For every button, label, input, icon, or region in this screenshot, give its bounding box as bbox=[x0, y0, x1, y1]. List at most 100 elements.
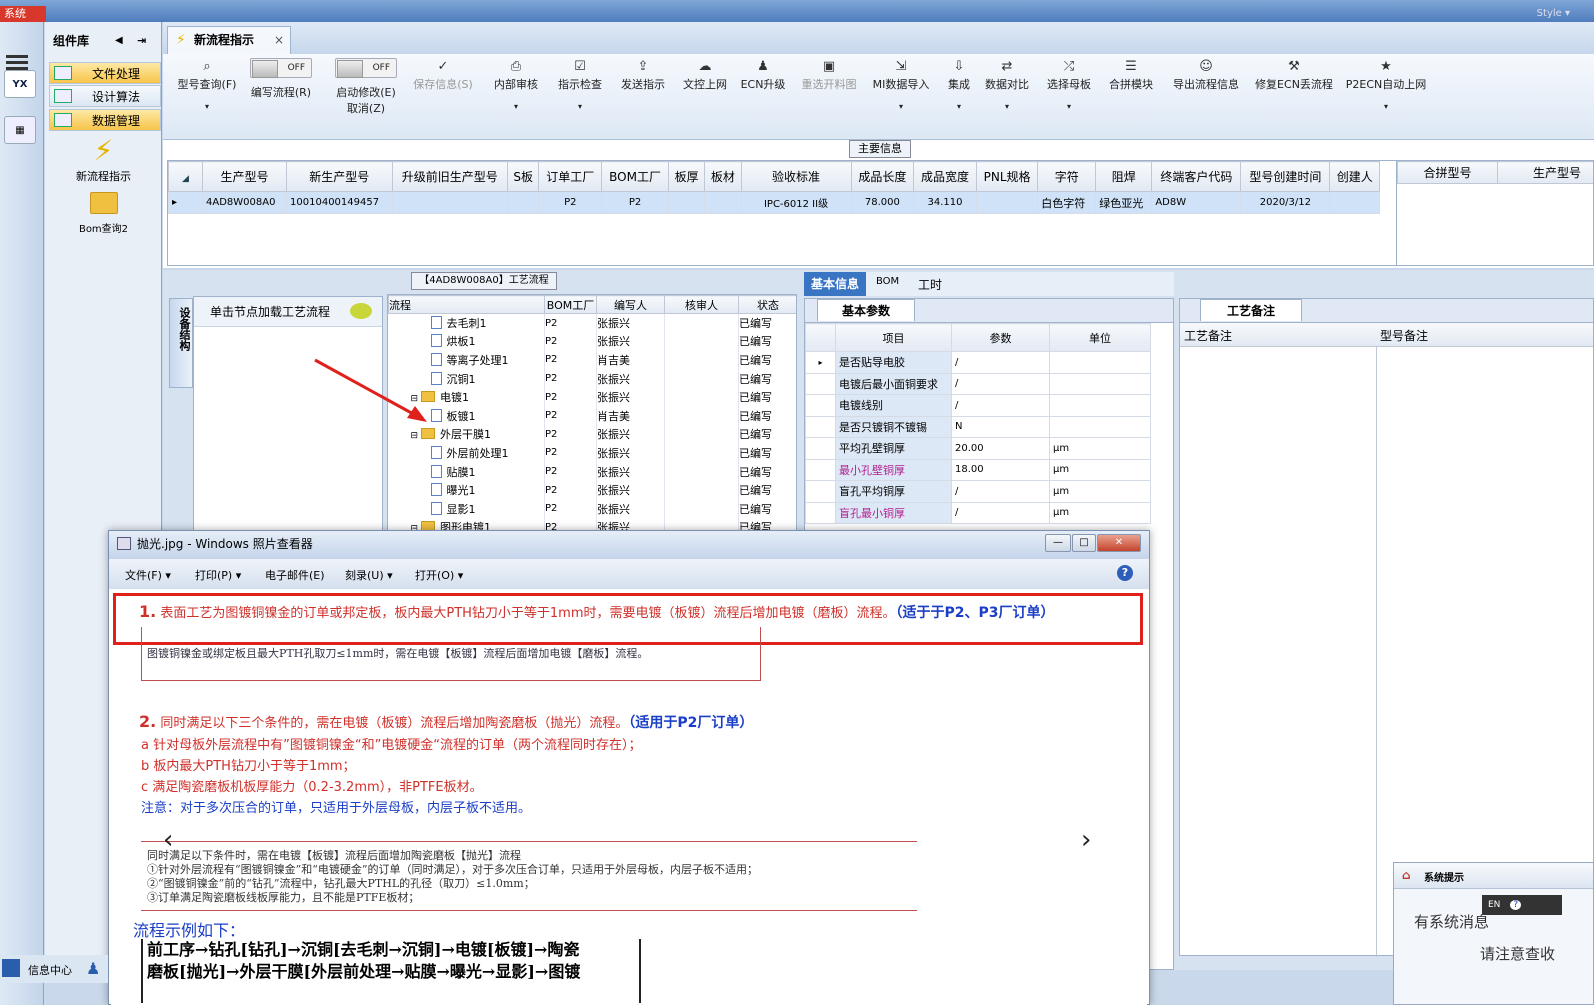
nav-design-algorithm[interactable]: 设计算法 bbox=[49, 85, 161, 107]
basic-tabs: 基本信息 BOM 工时 bbox=[804, 272, 1174, 296]
ecn-upgrade-button[interactable]: ♟ ECN升级 bbox=[735, 58, 791, 136]
param-row[interactable]: 盲孔平均铜厚 / μm bbox=[805, 480, 1151, 503]
tree-row[interactable]: 等离子处理1 P2 肖吉美 已编写 bbox=[388, 350, 796, 370]
param-row[interactable]: 盲孔最小铜厚 / μm bbox=[805, 501, 1151, 524]
new-process-instruction-item[interactable]: ⚡ 新流程指示 bbox=[45, 134, 162, 184]
subtab-basic-params[interactable]: 基本参数 bbox=[817, 299, 916, 321]
menu-open[interactable]: 打开(O) ▾ bbox=[415, 567, 463, 583]
col-header[interactable]: 验收标准 bbox=[740, 161, 852, 192]
collapse-left-icon[interactable]: ◀ bbox=[115, 30, 123, 52]
minimize-button[interactable]: — bbox=[1045, 534, 1071, 552]
param-row[interactable]: 电镀后最小面铜要求 / bbox=[805, 372, 1151, 395]
tab-bom[interactable]: BOM bbox=[876, 276, 899, 287]
col-header[interactable]: 生产型号 bbox=[201, 161, 288, 192]
param-row[interactable]: ▸ 是否贴导电胶 / bbox=[805, 351, 1151, 374]
tree-row[interactable]: 贴膜1 P2 张振兴 已编写 bbox=[388, 462, 796, 481]
mi-data-import-button[interactable]: ⇲ MI数据导入 ▾ bbox=[867, 58, 935, 136]
tree-row[interactable]: 板镀1 P2 肖吉美 已编写 bbox=[388, 406, 796, 426]
instruction-check-button[interactable]: ☑ 指示检查 ▾ bbox=[549, 58, 611, 136]
file-icon bbox=[430, 316, 442, 330]
tree-row[interactable]: 外层前处理1 P2 张振兴 已编写 bbox=[388, 443, 796, 463]
fix-ecn-lost-process-button[interactable]: ⚒ 修复ECN丢流程 bbox=[1253, 58, 1335, 136]
hamburger-menu-icon[interactable] bbox=[6, 52, 28, 72]
param-row[interactable]: 平均孔壁铜厚 20.00 μm bbox=[805, 437, 1151, 460]
tab-work-hours[interactable]: 工时 bbox=[918, 276, 942, 293]
table-row[interactable]: ▸ 4AD8W008A0 10010400149457 P2 P2 IPC-6012… bbox=[168, 191, 1380, 214]
param-row[interactable]: 电镀线别 / bbox=[805, 394, 1151, 417]
tab-new-process-instruction[interactable]: ⚡ 新流程指示 × bbox=[167, 26, 291, 54]
col-header[interactable]: 成品宽度 bbox=[913, 161, 977, 192]
calculator-icon[interactable]: ▦ bbox=[4, 116, 36, 144]
menu-burn[interactable]: 刻录(U) ▾ bbox=[345, 567, 393, 583]
merge-module-button[interactable]: ☰ 合拼模块 bbox=[1105, 58, 1157, 136]
col-header[interactable]: 成品长度 bbox=[850, 161, 915, 192]
param-row[interactable]: 最小孔壁铜厚 18.00 μm bbox=[805, 458, 1151, 481]
send-instruction-button[interactable]: ⇪ 发送指示 bbox=[613, 58, 673, 136]
col-header[interactable]: 板材 bbox=[704, 161, 742, 192]
p2ecn-auto-online-button[interactable]: ★ P2ECN自动上网 ▾ bbox=[1343, 58, 1429, 136]
close-tab-icon[interactable]: × bbox=[274, 27, 284, 53]
write-process-toggle[interactable]: OFF 编写流程(R) bbox=[245, 58, 317, 136]
tree-row[interactable]: 去毛刺1 P2 张振兴 已编写 bbox=[388, 313, 796, 333]
col-header[interactable]: PNL规格 bbox=[975, 161, 1039, 192]
help-icon[interactable]: ? bbox=[1117, 565, 1133, 581]
language-bar[interactable]: EN? bbox=[1482, 895, 1562, 915]
col-header[interactable]: 创建人 bbox=[1329, 161, 1380, 192]
lightning-icon: ⚡ bbox=[176, 32, 186, 48]
col-header[interactable]: 阻焊 bbox=[1095, 161, 1153, 192]
start-edit-toggle[interactable]: OFF 启动修改(E) 取消(Z) bbox=[329, 58, 403, 136]
close-button[interactable]: ✕ bbox=[1097, 534, 1141, 552]
col-header[interactable]: 升级前旧生产型号 bbox=[391, 161, 509, 192]
next-image-icon[interactable]: › bbox=[1081, 825, 1091, 855]
tab-basic-info[interactable]: 基本信息 bbox=[804, 272, 866, 296]
bom-query-item[interactable]: Bom查询2 bbox=[45, 192, 162, 235]
menu-email[interactable]: 电子邮件(E) bbox=[265, 567, 325, 583]
merge-model-grid: 合拼型号 生产型号 bbox=[1396, 160, 1594, 266]
col-header[interactable]: 型号创建时间 bbox=[1240, 161, 1331, 192]
nav-file-processing[interactable]: 文件处理 bbox=[49, 62, 161, 84]
condition-a: a 针对母板外层流程中有”图镀铜镍金“和”电镀硬金“流程的订单（两个流程同时存在… bbox=[141, 738, 642, 753]
save-info-button[interactable]: ✓ 保存信息(S) bbox=[407, 58, 479, 136]
cloud-icon: ☁ bbox=[698, 59, 712, 74]
pin-icon[interactable]: ⇥ bbox=[137, 30, 146, 52]
maximize-button[interactable]: □ bbox=[1072, 534, 1096, 552]
file-icon bbox=[430, 371, 442, 385]
system-tab[interactable]: 系统 bbox=[0, 6, 46, 22]
menu-print[interactable]: 打印(P) ▾ bbox=[195, 567, 241, 583]
collapse-icon[interactable]: ⊟ bbox=[411, 431, 419, 441]
download-icon: ⇩ bbox=[953, 59, 965, 74]
menu-file[interactable]: 文件(F) ▾ bbox=[125, 567, 171, 583]
side-tab-equipment[interactable]: 设备结构 bbox=[169, 298, 193, 388]
integrate-button[interactable]: ⇩ 集成 ▾ bbox=[939, 58, 979, 136]
col-header[interactable]: 订单工厂 bbox=[538, 161, 603, 192]
col-header[interactable]: 终端客户代码 bbox=[1151, 161, 1242, 192]
previous-image-icon[interactable]: ‹ bbox=[163, 825, 173, 855]
doc-control-online-button[interactable]: ☁ 文控上网 bbox=[675, 58, 735, 136]
col-header[interactable]: BOM工厂 bbox=[601, 161, 669, 192]
app-logo-icon[interactable]: YX bbox=[4, 70, 36, 98]
tree-row[interactable]: 烘板1 P2 张振兴 已编写 bbox=[388, 332, 796, 351]
data-compare-button[interactable]: ⇄ 数据对比 ▾ bbox=[981, 58, 1033, 136]
list-icon: ☰ bbox=[1125, 59, 1137, 74]
tab-craft-notes[interactable]: 工艺备注 bbox=[1200, 299, 1303, 321]
export-process-info-button[interactable]: ☺ 导出流程信息 bbox=[1167, 58, 1245, 136]
select-motherboard-button[interactable]: ⤮ 选择母板 ▾ bbox=[1043, 58, 1095, 136]
col-header[interactable]: 字符 bbox=[1037, 161, 1097, 192]
info-center-bar[interactable]: 信息中心 ♟ bbox=[0, 955, 108, 983]
tree-row[interactable]: ⊟ 外层干膜1 P2 张振兴 已编写 bbox=[388, 425, 796, 444]
col-header[interactable]: 新生产型号 bbox=[286, 161, 393, 192]
style-menu[interactable]: Style ▾ bbox=[1537, 8, 1570, 19]
reselect-cutting-chart-button[interactable]: ▣ 重选开料图 bbox=[795, 58, 863, 136]
import-icon: ⇲ bbox=[895, 59, 907, 74]
internal-audit-button[interactable]: ⎙ 内部审核 ▾ bbox=[485, 58, 547, 136]
tree-row[interactable]: 沉铜1 P2 张振兴 已编写 bbox=[388, 369, 796, 388]
tree-row[interactable]: ⊟ 电镀1 P2 张振兴 已编写 bbox=[388, 387, 796, 407]
nav-data-management[interactable]: 数据管理 bbox=[49, 109, 161, 131]
col-header[interactable]: 板厚 bbox=[667, 161, 706, 192]
param-row[interactable]: 是否只镀铜不镀锡 N bbox=[805, 415, 1151, 438]
model-query-button[interactable]: ⌕ 型号查询(F) ▾ bbox=[169, 58, 245, 136]
tree-row[interactable]: 显影1 P2 张振兴 已编写 bbox=[388, 499, 796, 519]
tree-row[interactable]: 曝光1 P2 张振兴 已编写 bbox=[388, 480, 796, 500]
col-header[interactable]: S板 bbox=[507, 161, 540, 192]
file-icon bbox=[430, 483, 442, 497]
